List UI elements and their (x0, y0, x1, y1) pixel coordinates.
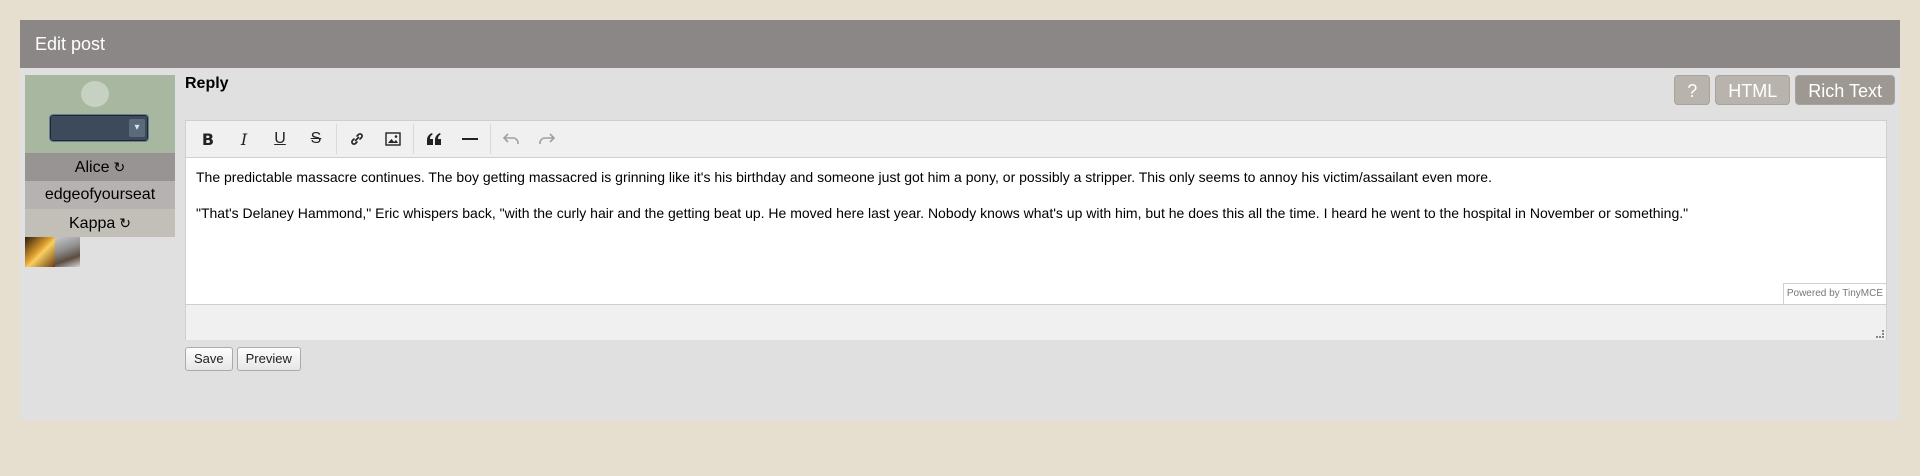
refresh-icon[interactable]: ↻ (113, 153, 125, 181)
panel-title: Edit post (20, 20, 1900, 68)
paragraph: "That's Delaney Hammond," Eric whispers … (196, 205, 1689, 221)
chevron-down-icon: ▾ (129, 119, 145, 137)
reply-heading: Reply (185, 75, 229, 92)
icon-thumbnails (25, 237, 175, 267)
user-name-alice[interactable]: Alice ↻ (25, 153, 175, 181)
blockquote-icon[interactable] (416, 124, 452, 154)
user-name-label: edgeofyourseat (44, 186, 156, 203)
rich-text-editor: B I U S The predictable massacre continu… (185, 120, 1887, 340)
undo-icon[interactable] (493, 124, 529, 154)
rich-text-mode-button[interactable]: Rich Text (1795, 75, 1895, 105)
save-button[interactable]: Save (185, 347, 233, 371)
strikethrough-icon[interactable]: S (298, 124, 334, 154)
user-name-kappa[interactable]: Kappa ↻ (25, 209, 175, 237)
user-name-edgeofyourseat[interactable]: edgeofyourseat (25, 181, 175, 209)
preview-button[interactable]: Preview (236, 347, 301, 371)
editor-mode-buttons: ? HTML Rich Text (1674, 75, 1895, 105)
toolbar-separator (336, 124, 337, 154)
bold-icon[interactable]: B (190, 124, 226, 154)
redo-icon[interactable] (529, 124, 565, 154)
horizontal-rule-icon[interactable] (452, 124, 488, 154)
resize-handle-icon[interactable] (1876, 330, 1884, 338)
html-mode-button[interactable]: HTML (1715, 75, 1791, 105)
image-icon[interactable] (375, 124, 411, 154)
form-actions: Save Preview (185, 347, 301, 371)
italic-icon[interactable]: I (226, 124, 262, 154)
avatar: ▾ (25, 75, 175, 153)
underline-icon[interactable]: U (262, 124, 298, 154)
user-name-label: Alice (74, 159, 110, 176)
editor-toolbar: B I U S (186, 121, 1886, 158)
refresh-icon[interactable]: ↻ (119, 209, 131, 237)
icon-thumbnail[interactable] (55, 237, 80, 267)
paragraph: The predictable massacre continues. The … (196, 169, 1492, 185)
icon-thumbnail[interactable] (25, 237, 55, 267)
user-column: ▾ Alice ↻ edgeofyourseat Kappa ↻ (25, 75, 175, 267)
toolbar-separator (490, 124, 491, 154)
avatar-placeholder-icon (81, 81, 109, 107)
editor-statusbar (186, 304, 1886, 340)
editor-content[interactable]: The predictable massacre continues. The … (186, 158, 1886, 304)
powered-by-badge[interactable]: Powered by TinyMCE (1782, 283, 1886, 304)
user-name-label: Kappa (69, 215, 116, 232)
character-select[interactable]: ▾ (49, 114, 149, 142)
toolbar-separator (413, 124, 414, 154)
edit-post-panel: Edit post ▾ Alice ↻ edgeofyourseat Kappa ↻… (20, 20, 1900, 420)
link-icon[interactable] (339, 124, 375, 154)
help-button[interactable]: ? (1674, 75, 1711, 105)
